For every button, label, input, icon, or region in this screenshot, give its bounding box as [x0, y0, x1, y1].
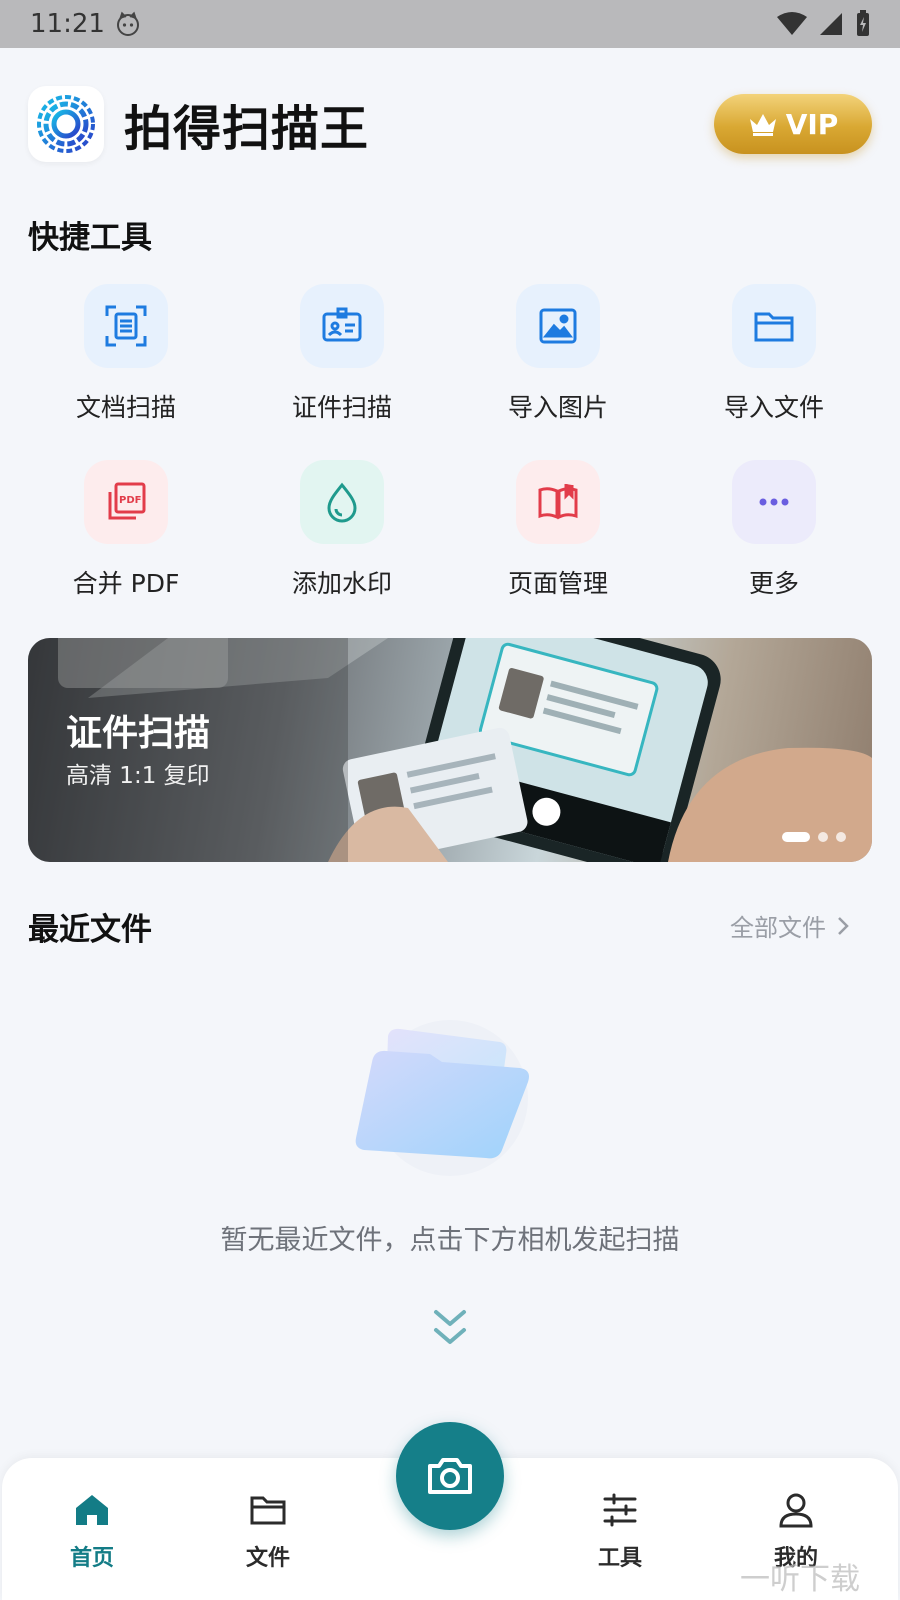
banner-title: 证件扫描: [66, 713, 211, 754]
camera-scan-button[interactable]: [396, 1422, 504, 1530]
tool-label: 添加水印: [291, 569, 392, 598]
tool-label: 证件扫描: [291, 393, 392, 422]
book-icon: [538, 484, 578, 520]
pdf-icon: PDF: [108, 482, 146, 520]
tool-icon-bg: [732, 284, 816, 368]
tool-icon-bg: [516, 460, 600, 544]
vip-label: VIP: [785, 107, 839, 141]
tool-label: 导入图片: [507, 393, 608, 422]
watermark-text: 一听下载: [740, 1562, 860, 1597]
nav-home[interactable]: 首页: [32, 1490, 152, 1572]
tool-import-image[interactable]: 导入图片: [450, 284, 666, 440]
tool-icon-bg: [732, 460, 816, 544]
vip-button[interactable]: VIP: [714, 94, 872, 154]
double-chevron-down-icon: [434, 1310, 466, 1344]
recent-files-title: 最近文件: [28, 912, 152, 948]
tool-label: 文档扫描: [75, 393, 176, 422]
app-logo: [28, 86, 104, 162]
svg-text:PDF: PDF: [119, 495, 141, 506]
user-icon: [779, 1493, 813, 1528]
status-bar: 11:21: [0, 0, 900, 48]
signal-icon: [820, 13, 842, 35]
camera-icon: [428, 1458, 472, 1494]
empty-folder-illustration: [355, 1020, 529, 1176]
tool-merge-pdf[interactable]: PDF 合并 PDF: [18, 460, 234, 616]
tool-page-manage[interactable]: 页面管理: [450, 460, 666, 616]
app-header: 拍得扫描王 VIP: [28, 86, 872, 162]
empty-state-text: 暂无最近文件，点击下方相机发起扫描: [220, 1225, 680, 1256]
tool-import-file[interactable]: 导入文件: [666, 284, 882, 440]
pagination-dot: [836, 832, 846, 842]
chevron-right-icon: [838, 916, 849, 935]
tool-label: 合并 PDF: [72, 569, 180, 598]
tool-document-scan[interactable]: 文档扫描: [18, 284, 234, 440]
promo-banner[interactable]: 证件扫描 高清 1:1 复印: [28, 638, 872, 862]
tool-label: 导入文件: [723, 393, 824, 422]
image-icon: [539, 308, 577, 344]
id-card-icon: [322, 307, 362, 342]
tool-icon-bg: [516, 284, 600, 368]
nav-label: 首页: [69, 1546, 114, 1571]
pagination-dot: [818, 832, 828, 842]
quick-tools-grid: 文档扫描 证件扫描 导入图片 导入文件 PDF 合并 PDF 添加水印 页面管理…: [18, 284, 882, 616]
quick-tools-title: 快捷工具: [28, 220, 152, 256]
banner-subtitle: 高清 1:1 复印: [66, 763, 210, 789]
nav-tools[interactable]: 工具: [560, 1490, 680, 1572]
wifi-icon: [777, 12, 807, 35]
watermark: 一听下载: [740, 1554, 860, 1598]
sliders-icon: [603, 1493, 637, 1527]
notification-cat-icon: [116, 11, 139, 36]
tool-more[interactable]: 更多: [666, 460, 882, 616]
all-files-link[interactable]: 全部文件: [730, 908, 850, 943]
tool-icon-bg: [300, 460, 384, 544]
tool-label: 页面管理: [507, 569, 608, 598]
tool-icon-bg: [300, 284, 384, 368]
pagination-dot-active: [782, 832, 810, 842]
nav-label: 文件: [245, 1546, 290, 1571]
app-title: 拍得扫描王: [124, 101, 370, 157]
nav-files[interactable]: 文件: [208, 1490, 328, 1572]
swirl-logo-icon: [37, 95, 95, 153]
nav-label: 工具: [597, 1546, 642, 1571]
folder-icon: [250, 1496, 286, 1525]
battery-icon: [857, 10, 869, 36]
tool-add-watermark[interactable]: 添加水印: [234, 460, 450, 616]
status-time: 11:21: [30, 9, 105, 39]
tool-id-scan[interactable]: 证件扫描: [234, 284, 450, 440]
document-scan-icon: [105, 305, 147, 347]
more-icon: [759, 498, 789, 506]
crown-icon: [749, 114, 776, 136]
home-icon: [76, 1495, 108, 1525]
tool-label: 更多: [748, 569, 799, 598]
banner-pagination: [782, 832, 846, 842]
tool-icon-bg: PDF: [84, 460, 168, 544]
folder-icon: [754, 312, 794, 342]
all-files-label: 全部文件: [730, 914, 826, 942]
tool-icon-bg: [84, 284, 168, 368]
water-drop-icon: [327, 482, 357, 523]
